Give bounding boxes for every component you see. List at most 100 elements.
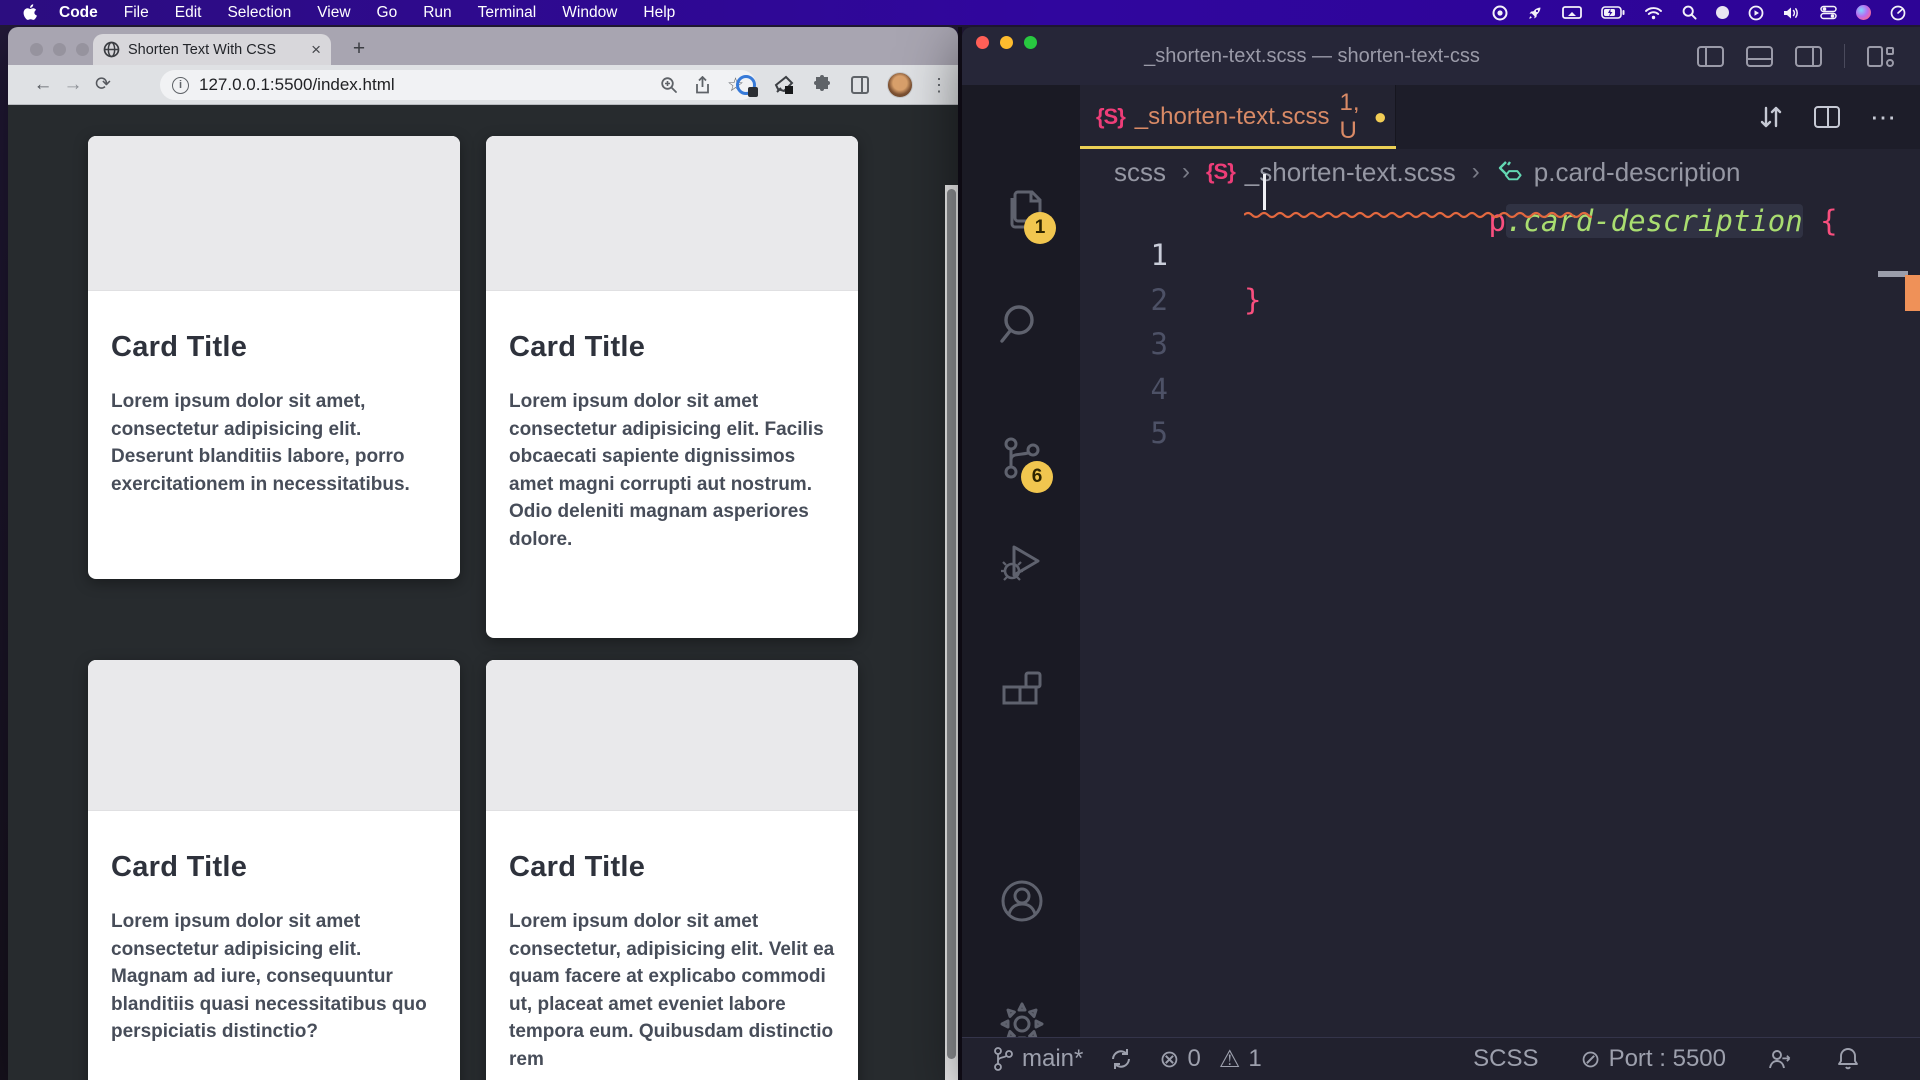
overview-ruler-warning-marker [1905, 275, 1920, 311]
extensions-puzzle-icon[interactable] [812, 75, 833, 96]
screen-record-icon[interactable] [1492, 5, 1508, 21]
page-scrollbar[interactable] [945, 185, 958, 1080]
screen-mirror-icon[interactable] [1562, 5, 1582, 20]
tab-problem-badge: 1, U [1340, 89, 1360, 145]
zoom-page-icon[interactable] [660, 76, 678, 94]
editor-group: {S} _shorten-text.scss 1, U ● ⋯ scss › [1080, 85, 1920, 1037]
menu-go[interactable]: Go [377, 4, 398, 22]
spotlight-search-icon[interactable] [1682, 5, 1697, 20]
extensions-row: ⋮ [736, 65, 948, 105]
password-manager-extension-icon[interactable] [736, 75, 756, 95]
editor-tab[interactable]: {S} _shorten-text.scss 1, U ● [1080, 85, 1396, 149]
problems-item[interactable]: ⊗ 0 ⚠ 1 [1159, 1045, 1261, 1074]
menu-edit[interactable]: Edit [175, 4, 202, 22]
code-line-1[interactable]: 1 p.card-description { [1080, 233, 1920, 278]
side-panel-icon[interactable] [850, 75, 870, 95]
language-mode[interactable]: SCSS [1473, 1045, 1538, 1073]
line-number: 3 [1080, 327, 1168, 361]
address-bar[interactable]: i 127.0.0.1:5500/index.html ☆ [160, 70, 756, 100]
new-tab-button[interactable]: + [346, 37, 372, 61]
live-server-port-item[interactable]: ⊘ Port : 5500 [1580, 1045, 1726, 1074]
toggle-sidebar-icon[interactable] [1697, 46, 1724, 67]
breadcrumb-folder[interactable]: scss [1114, 157, 1166, 188]
tab-close-icon[interactable]: × [311, 40, 321, 60]
feedback-person-icon[interactable] [1768, 1047, 1794, 1071]
clock-icon[interactable] [1890, 5, 1906, 21]
unsaved-dot-icon[interactable]: ● [1374, 104, 1387, 130]
vscode-traffic-lights [976, 36, 1037, 49]
code-line-4[interactable]: 4 [1080, 367, 1920, 412]
customize-layout-icon[interactable] [1867, 46, 1894, 67]
notifications-bell-icon[interactable] [1836, 1046, 1860, 1072]
siri-icon[interactable] [1856, 5, 1871, 20]
minimize-window-button[interactable] [53, 43, 66, 56]
scrollbar-slider[interactable] [1878, 271, 1908, 277]
sync-changes-item[interactable] [1109, 1047, 1133, 1071]
forward-button[interactable]: → [58, 74, 88, 96]
play-circle-icon[interactable] [1748, 5, 1764, 21]
zoom-window-button[interactable] [76, 43, 89, 56]
card-description: Lorem ipsum dolor sit amet consectetur, … [509, 908, 835, 1073]
menu-window[interactable]: Window [562, 4, 617, 22]
code-editor[interactable]: 1 p.card-description { 2 } 3 [1080, 233, 1920, 1037]
vscode-titlebar[interactable]: _shorten-text.scss — shorten-text-css [962, 27, 1920, 85]
profile-avatar[interactable] [887, 72, 913, 98]
editor-actions: ⋯ [1758, 85, 1898, 149]
card-image-placeholder [88, 136, 460, 291]
rocket-icon[interactable] [1527, 5, 1543, 21]
git-branch-item[interactable]: main* [992, 1045, 1083, 1073]
card-title: Card Title [111, 851, 437, 884]
warning-squiggle [1244, 210, 1592, 220]
account-icon[interactable] [998, 877, 1046, 925]
macos-menubar: Code File Edit Selection View Go Run Ter… [0, 0, 1920, 25]
line-number: 2 [1080, 283, 1168, 317]
minimize-window-button[interactable] [1000, 36, 1013, 49]
close-window-button[interactable] [30, 43, 43, 56]
split-editor-icon[interactable] [1814, 106, 1840, 128]
code-token-brace-close: } [1244, 283, 1261, 317]
branch-name: main* [1022, 1045, 1083, 1073]
squiggle-path [1244, 213, 1592, 217]
menu-file[interactable]: File [124, 4, 149, 22]
search-icon[interactable] [998, 300, 1046, 348]
url-text[interactable]: 127.0.0.1:5500/index.html [199, 75, 644, 95]
chrome-menu-icon[interactable]: ⋮ [930, 75, 948, 96]
text-cursor [1263, 174, 1266, 210]
reload-button[interactable]: ⟳ [88, 73, 118, 96]
battery-charging-icon[interactable] [1601, 6, 1625, 19]
menu-help[interactable]: Help [643, 4, 675, 22]
menu-view[interactable]: View [317, 4, 350, 22]
chrome-window: Shorten Text With CSS × + ← → ⟳ i 127.0.… [8, 27, 958, 1080]
close-window-button[interactable] [976, 36, 989, 49]
open-changes-icon[interactable] [1758, 102, 1784, 132]
back-button[interactable]: ← [28, 74, 58, 96]
volume-icon[interactable] [1783, 6, 1801, 20]
card-title: Card Title [111, 331, 437, 364]
menubar-app-name[interactable]: Code [59, 4, 98, 22]
menu-terminal[interactable]: Terminal [478, 4, 537, 22]
code-line-5[interactable]: 5 [1080, 411, 1920, 456]
toggle-secondary-sidebar-icon[interactable] [1795, 46, 1822, 67]
eyedropper-extension-icon[interactable] [773, 74, 795, 96]
control-center-icon[interactable] [1820, 5, 1837, 20]
status-dot-icon[interactable] [1716, 6, 1729, 19]
wifi-icon[interactable] [1644, 6, 1663, 20]
toggle-panel-icon[interactable] [1746, 46, 1773, 67]
zoom-window-button[interactable] [1024, 36, 1037, 49]
scrollbar-thumb[interactable] [947, 189, 956, 1059]
extensions-icon[interactable] [998, 667, 1046, 715]
menu-run[interactable]: Run [423, 4, 451, 22]
git-branch-icon [992, 1046, 1014, 1072]
apple-menu-icon[interactable] [22, 4, 37, 21]
more-actions-icon[interactable]: ⋯ [1870, 102, 1898, 133]
error-count: 0 [1187, 1045, 1200, 1073]
run-debug-icon[interactable] [998, 537, 1046, 585]
site-info-icon[interactable]: i [172, 77, 189, 94]
line-number: 4 [1080, 372, 1168, 406]
desktop: Code File Edit Selection View Go Run Ter… [0, 0, 1920, 1080]
card-description: Lorem ipsum dolor sit amet consectetur a… [509, 388, 835, 553]
browser-tab[interactable]: Shorten Text With CSS × [93, 34, 331, 65]
share-icon[interactable] [694, 76, 711, 95]
error-icon: ⊗ [1159, 1045, 1179, 1074]
menu-selection[interactable]: Selection [227, 4, 291, 22]
